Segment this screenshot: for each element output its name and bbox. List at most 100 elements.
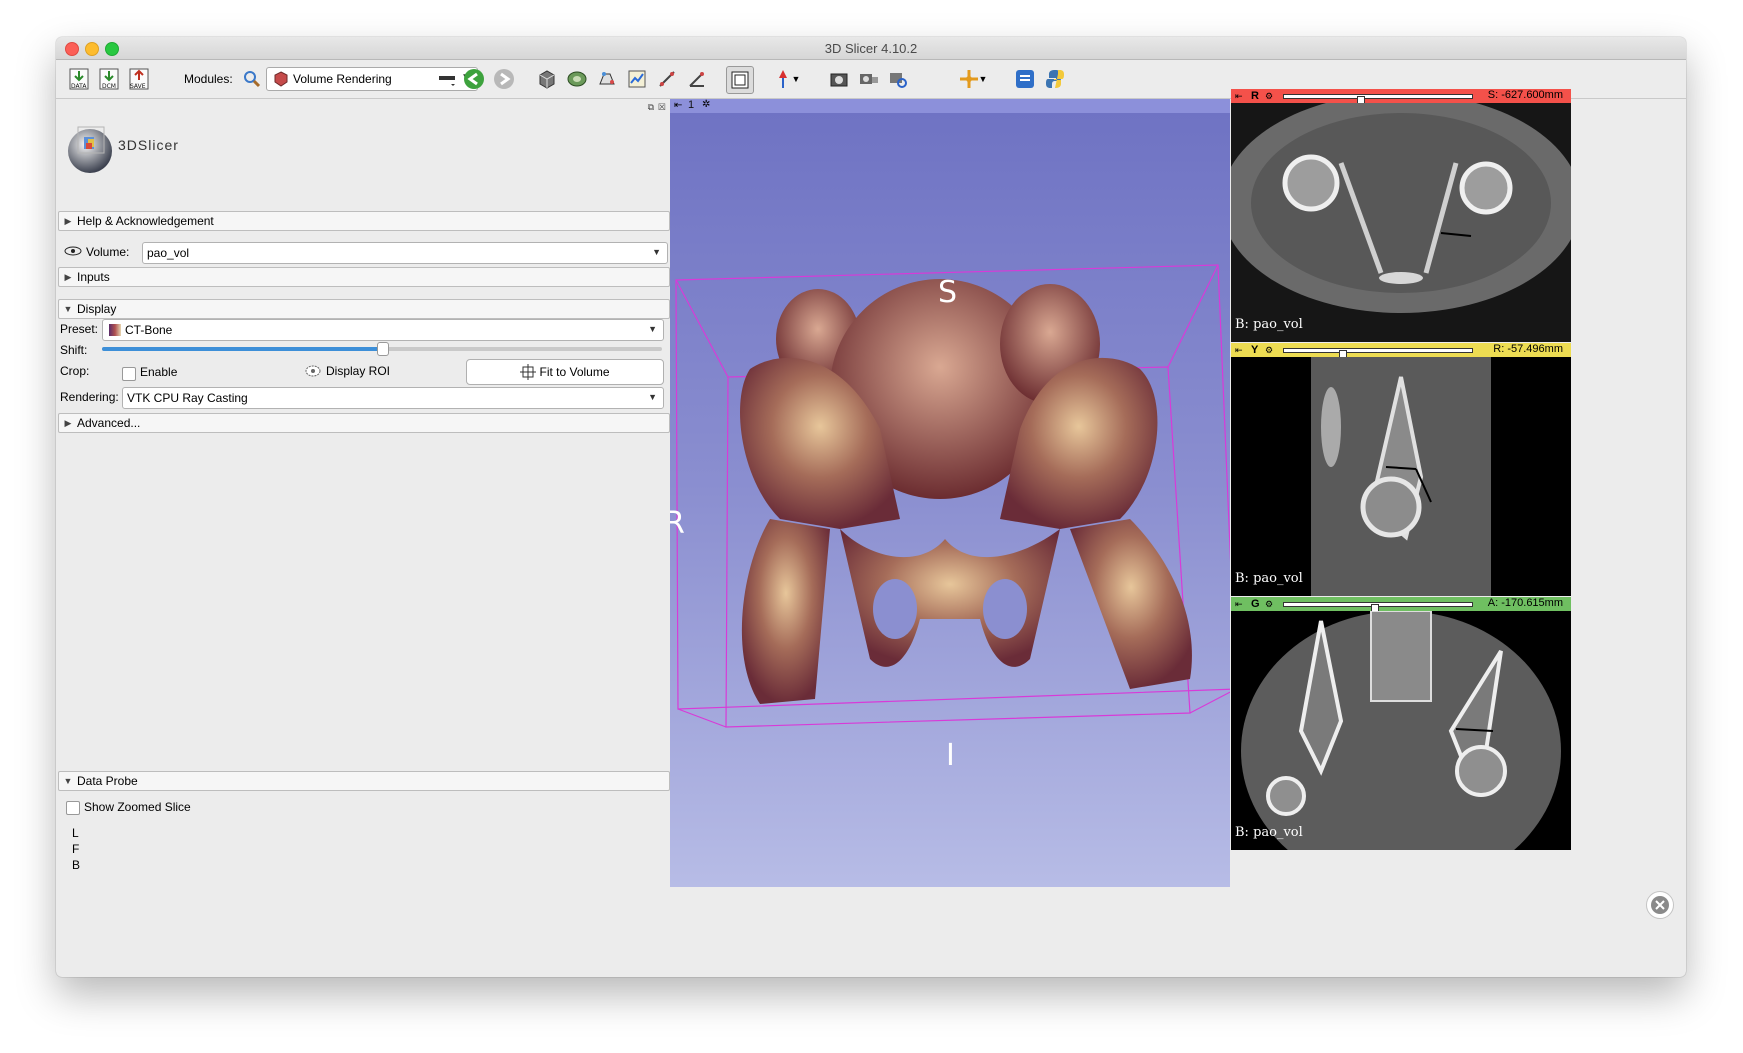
- module-history-button[interactable]: [434, 66, 460, 92]
- rendering-label: Rendering:: [60, 390, 119, 404]
- module-panel: ⧉ ☒ 3DSlicer ▶ Help & Acknowledgement Vo…: [56, 99, 670, 947]
- data-probe-section-header[interactable]: ▼ Data Probe: [58, 771, 670, 791]
- capture-icon: [890, 73, 907, 88]
- shift-slider-handle[interactable]: [377, 342, 389, 356]
- inputs-section-header[interactable]: ▶ Inputs: [58, 267, 670, 287]
- volume-rendering-canvas: S I R: [670, 264, 1230, 773]
- extension-manager-icon: [1016, 70, 1034, 88]
- mouse-mode-dropdown[interactable]: ▼: [789, 66, 803, 92]
- eye-icon[interactable]: [64, 245, 82, 260]
- search-icon: [244, 71, 261, 88]
- pin-icon[interactable]: ⇤: [1235, 91, 1243, 102]
- load-data-icon: DATA: [69, 68, 89, 90]
- chevron-down-icon: ▼: [791, 74, 801, 84]
- crop-label: Crop:: [60, 364, 90, 378]
- rendering-selector-value: VTK CPU Ray Casting: [127, 391, 248, 405]
- slice-id-yellow: Y: [1251, 344, 1259, 356]
- slice-view-yellow[interactable]: ⇤ Y ⚙ R: -57.496mm B: pao_vol: [1231, 343, 1571, 596]
- slice-offset-slider-yellow[interactable]: [1283, 348, 1473, 362]
- pin-icon[interactable]: ⇤: [1235, 345, 1243, 356]
- title-bar: 3D Slicer 4.10.2: [56, 37, 1686, 60]
- layout-button[interactable]: [726, 66, 754, 94]
- advanced-section-label: Advanced...: [77, 416, 141, 430]
- segment-editor-button[interactable]: [564, 66, 590, 92]
- slice-offset-slider-green[interactable]: [1283, 602, 1473, 616]
- history-list-icon: [439, 76, 455, 86]
- display-roi-toggle[interactable]: [304, 363, 322, 382]
- slice-offset-yellow: R: -57.496mm: [1493, 343, 1563, 355]
- triangle-right-icon: ▶: [64, 417, 72, 428]
- triangle-down-icon: ▼: [63, 304, 73, 314]
- forward-button[interactable]: [491, 66, 517, 92]
- link-icon[interactable]: ⚙: [1265, 345, 1273, 356]
- panel-close-icon[interactable]: ☒: [658, 102, 666, 113]
- models-module-button[interactable]: [534, 66, 560, 92]
- volume-selector-value: pao_vol: [147, 246, 190, 260]
- load-data-button[interactable]: DATA: [66, 66, 92, 92]
- preset-swatch-icon: [109, 324, 121, 336]
- load-dicom-button[interactable]: DCM: [96, 66, 122, 92]
- orientation-i: I: [946, 738, 955, 773]
- slice-offset-slider-red[interactable]: [1283, 94, 1473, 108]
- slice-controller-green: ⇤ G ⚙ A: -170.615mm: [1231, 597, 1571, 616]
- svg-text:SAVE: SAVE: [130, 83, 146, 90]
- markups-module-button[interactable]: [624, 66, 650, 92]
- shift-slider[interactable]: [102, 342, 662, 356]
- back-button[interactable]: [461, 66, 487, 92]
- slice-layer-label-red: B: pao_vol: [1235, 317, 1303, 332]
- extension-manager-button[interactable]: [1012, 66, 1038, 92]
- transforms-button[interactable]: [594, 66, 620, 92]
- roi-eye-icon: [305, 365, 321, 377]
- shift-slider-fill: [102, 347, 382, 351]
- arrow-left-icon: [464, 69, 484, 89]
- help-section-header[interactable]: ▶ Help & Acknowledgement: [58, 211, 670, 231]
- slice-view-red[interactable]: ⇤ R ⚙ S: -627.600mm B: pao_vol: [1231, 89, 1571, 342]
- 3d-view[interactable]: ⇤ 1 ✲ S I R: [670, 99, 1230, 887]
- slice-offset-green: A: -170.615mm: [1487, 597, 1563, 609]
- screenshot-button[interactable]: [826, 66, 852, 92]
- slicer-logo-text: 3DSlicer: [118, 137, 179, 153]
- ruler-button[interactable]: [654, 66, 680, 92]
- svg-text:DATA: DATA: [71, 83, 87, 90]
- crosshair-dropdown[interactable]: ▼: [976, 66, 990, 92]
- show-zoomed-slice-checkbox[interactable]: [66, 801, 80, 815]
- probe-line-l: L: [72, 826, 79, 840]
- display-section-label: Display: [77, 302, 117, 316]
- display-section-header[interactable]: ▼ Display: [58, 299, 670, 319]
- python-console-button[interactable]: [1042, 66, 1068, 92]
- orientation-r: R: [670, 506, 685, 541]
- preset-label: Preset:: [60, 322, 99, 336]
- advanced-section-header[interactable]: ▶ Advanced...: [58, 413, 670, 433]
- save-button[interactable]: SAVE: [126, 66, 152, 92]
- window-title: 3D Slicer 4.10.2: [824, 41, 918, 56]
- save-icon: SAVE: [129, 68, 149, 90]
- chevron-down-icon: ▼: [978, 74, 988, 84]
- crop-enable-checkbox[interactable]: [122, 367, 136, 381]
- pin-icon[interactable]: ⇤: [1235, 599, 1243, 610]
- panel-float-icon[interactable]: ⧉: [648, 102, 654, 113]
- module-search-button[interactable]: [239, 66, 265, 92]
- capture-button[interactable]: [886, 66, 912, 92]
- link-icon[interactable]: ⚙: [1265, 91, 1273, 102]
- fit-to-volume-button[interactable]: Fit to Volume: [466, 359, 664, 385]
- scene-view-button[interactable]: [856, 66, 882, 92]
- chevron-down-icon: ▼: [648, 324, 657, 334]
- markups-icon: [628, 70, 646, 88]
- rendering-selector[interactable]: VTK CPU Ray Casting ▼: [122, 387, 664, 409]
- preset-selector[interactable]: CT-Bone ▼: [102, 319, 664, 341]
- slice-controller-yellow: ⇤ Y ⚙ R: -57.496mm: [1231, 343, 1571, 362]
- slice-view-green[interactable]: ⇤ G ⚙ A: -170.615mm B: pao_vol: [1231, 597, 1571, 850]
- cube-icon: [539, 70, 555, 89]
- link-icon[interactable]: ⚙: [1265, 599, 1273, 610]
- volume-rendering-icon: [274, 71, 288, 87]
- volume-selector[interactable]: pao_vol ▼: [142, 242, 668, 264]
- inputs-section-label: Inputs: [77, 270, 110, 284]
- display-roi-label: Display ROI: [326, 364, 391, 378]
- python-icon: [1046, 70, 1064, 88]
- ruler-icon: [659, 71, 675, 87]
- angle-button[interactable]: [684, 66, 710, 92]
- help-section-label: Help & Acknowledgement: [77, 214, 214, 228]
- chevron-down-icon: ▼: [652, 247, 661, 257]
- error-log-button[interactable]: [1646, 891, 1674, 919]
- data-probe-section-label: Data Probe: [77, 774, 138, 788]
